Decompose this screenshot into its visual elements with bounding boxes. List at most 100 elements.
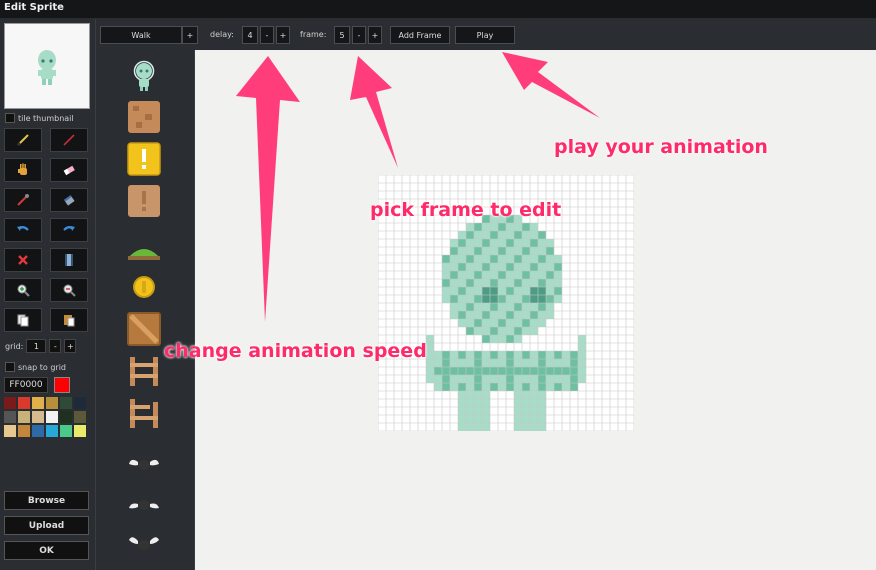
pixel-cell[interactable] <box>482 319 490 327</box>
pixel-cell[interactable] <box>506 327 514 335</box>
pixel-cell[interactable] <box>514 367 522 375</box>
pixel-cell[interactable] <box>514 303 522 311</box>
pixel-cell[interactable] <box>474 263 482 271</box>
pixel-cell[interactable] <box>466 423 474 431</box>
play-button[interactable]: Play <box>455 26 515 44</box>
pixel-cell[interactable] <box>546 367 554 375</box>
pixel-cell[interactable] <box>482 375 490 383</box>
pixel-cell[interactable] <box>514 415 522 423</box>
pixel-cell[interactable] <box>466 255 474 263</box>
grid-decrease-button[interactable]: - <box>49 339 62 353</box>
pixel-cell[interactable] <box>490 335 498 343</box>
pixel-cell[interactable] <box>458 303 466 311</box>
pixel-cell[interactable] <box>546 279 554 287</box>
wooden-crate-icon[interactable] <box>127 312 161 346</box>
pixel-cell[interactable] <box>538 423 546 431</box>
pixel-cell[interactable] <box>530 295 538 303</box>
pixel-cell[interactable] <box>538 415 546 423</box>
pixel-cell[interactable] <box>530 303 538 311</box>
pixel-cell[interactable] <box>426 351 434 359</box>
pixel-cell[interactable] <box>546 287 554 295</box>
pixel-cell[interactable] <box>450 295 458 303</box>
pixel-cell[interactable] <box>522 271 530 279</box>
pixel-cell[interactable] <box>530 391 538 399</box>
pixel-cell[interactable] <box>538 295 546 303</box>
pixel-cell[interactable] <box>442 263 450 271</box>
pixel-cell[interactable] <box>530 383 538 391</box>
pixel-cell[interactable] <box>522 343 530 351</box>
pixel-cell[interactable] <box>538 391 546 399</box>
pixel-cell[interactable] <box>522 407 530 415</box>
pixel-cell[interactable] <box>498 367 506 375</box>
pixel-cell[interactable] <box>546 311 554 319</box>
pixel-cell[interactable] <box>506 271 514 279</box>
pixel-cell[interactable] <box>554 295 562 303</box>
pixel-cell[interactable] <box>538 239 546 247</box>
pixel-cell[interactable] <box>522 231 530 239</box>
pixel-cell[interactable] <box>530 311 538 319</box>
tile-thumbnail-toggle[interactable]: tile thumbnail <box>5 113 74 123</box>
pixel-cell[interactable] <box>458 319 466 327</box>
pixel-cell[interactable] <box>538 311 546 319</box>
pixel-cell[interactable] <box>458 399 466 407</box>
pixel-cell[interactable] <box>474 399 482 407</box>
pixel-cell[interactable] <box>474 279 482 287</box>
palette-swatch[interactable] <box>46 411 58 423</box>
fly-enemy-3-icon[interactable] <box>127 526 161 560</box>
pixel-cell[interactable] <box>554 279 562 287</box>
palette-swatch[interactable] <box>4 425 16 437</box>
pixel-cell[interactable] <box>466 375 474 383</box>
pixel-cell[interactable] <box>458 367 466 375</box>
pixel-cell[interactable] <box>514 343 522 351</box>
pixel-cell[interactable] <box>506 359 514 367</box>
pixel-cell[interactable] <box>466 271 474 279</box>
copy-button[interactable] <box>4 308 42 332</box>
pixel-cell[interactable] <box>450 383 458 391</box>
pixel-cell[interactable] <box>530 367 538 375</box>
pixel-cell[interactable] <box>490 375 498 383</box>
pixel-cell[interactable] <box>458 263 466 271</box>
palette-swatch[interactable] <box>46 425 58 437</box>
pixel-cell[interactable] <box>498 383 506 391</box>
pixel-cell[interactable] <box>466 399 474 407</box>
pixel-cell[interactable] <box>450 343 458 351</box>
pixel-cell[interactable] <box>546 263 554 271</box>
pixel-cell[interactable] <box>482 391 490 399</box>
palette-swatch[interactable] <box>60 397 72 409</box>
pixel-cell[interactable] <box>482 367 490 375</box>
pixel-cell[interactable] <box>474 255 482 263</box>
pixel-cell[interactable] <box>490 319 498 327</box>
pixel-cell[interactable] <box>530 239 538 247</box>
snap-to-grid-toggle[interactable]: snap to grid <box>5 362 66 372</box>
palette-swatch[interactable] <box>74 411 86 423</box>
pixel-cell[interactable] <box>490 311 498 319</box>
pixel-cell[interactable] <box>538 375 546 383</box>
pixel-cell[interactable] <box>482 351 490 359</box>
pixel-cell[interactable] <box>458 375 466 383</box>
fill-tool-button[interactable] <box>50 188 88 212</box>
pixel-cell[interactable] <box>450 239 458 247</box>
pixel-cell[interactable] <box>442 383 450 391</box>
fly-enemy-2-icon[interactable] <box>127 486 161 520</box>
pixel-cell[interactable] <box>458 255 466 263</box>
pixel-cell[interactable] <box>506 263 514 271</box>
pixel-cell[interactable] <box>482 415 490 423</box>
pixel-cell[interactable] <box>466 351 474 359</box>
pixel-cell[interactable] <box>546 343 554 351</box>
pixel-cell[interactable] <box>466 279 474 287</box>
palette-swatch[interactable] <box>4 411 16 423</box>
pixel-cell[interactable] <box>426 375 434 383</box>
pixel-cell[interactable] <box>562 383 570 391</box>
pixel-cell[interactable] <box>482 295 490 303</box>
pixel-cell[interactable] <box>554 263 562 271</box>
pixel-cell[interactable] <box>466 415 474 423</box>
pixel-cell[interactable] <box>530 231 538 239</box>
pixel-cell[interactable] <box>498 343 506 351</box>
pixel-cell[interactable] <box>474 287 482 295</box>
pixel-cell[interactable] <box>570 359 578 367</box>
pixel-cell[interactable] <box>490 367 498 375</box>
pixel-cell[interactable] <box>426 343 434 351</box>
pixel-cell[interactable] <box>522 327 530 335</box>
pixel-cell[interactable] <box>514 391 522 399</box>
clear-button[interactable] <box>4 248 42 272</box>
